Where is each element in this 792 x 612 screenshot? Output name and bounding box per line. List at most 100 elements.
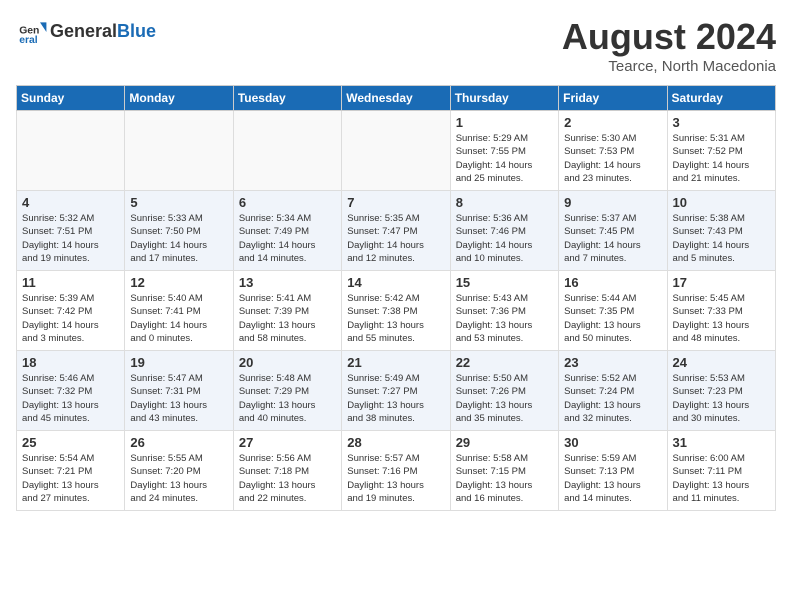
- day-info: Sunrise: 5:33 AM Sunset: 7:50 PM Dayligh…: [130, 212, 227, 265]
- day-info: Sunrise: 5:43 AM Sunset: 7:36 PM Dayligh…: [456, 292, 553, 345]
- day-number: 12: [130, 275, 227, 290]
- week-row-1: 1 Sunrise: 5:29 AM Sunset: 7:55 PM Daylig…: [17, 111, 776, 191]
- day-info: Sunrise: 5:50 AM Sunset: 7:26 PM Dayligh…: [456, 372, 553, 425]
- day-info: Sunrise: 5:58 AM Sunset: 7:15 PM Dayligh…: [456, 452, 553, 505]
- location: Tearce, North Macedonia: [562, 58, 776, 75]
- day-number: 5: [130, 195, 227, 210]
- day-info: Sunrise: 5:46 AM Sunset: 7:32 PM Dayligh…: [22, 372, 119, 425]
- day-number: 29: [456, 435, 553, 450]
- day-number: 6: [239, 195, 336, 210]
- day-info: Sunrise: 5:49 AM Sunset: 7:27 PM Dayligh…: [347, 372, 444, 425]
- day-info: Sunrise: 5:36 AM Sunset: 7:46 PM Dayligh…: [456, 212, 553, 265]
- day-cell: 6 Sunrise: 5:34 AM Sunset: 7:49 PM Daylig…: [233, 191, 341, 271]
- day-number: 4: [22, 195, 119, 210]
- day-info: Sunrise: 5:32 AM Sunset: 7:51 PM Dayligh…: [22, 212, 119, 265]
- day-number: 24: [673, 355, 770, 370]
- day-info: Sunrise: 5:39 AM Sunset: 7:42 PM Dayligh…: [22, 292, 119, 345]
- day-cell: 15 Sunrise: 5:43 AM Sunset: 7:36 PM Dayli…: [450, 271, 558, 351]
- week-row-4: 18 Sunrise: 5:46 AM Sunset: 7:32 PM Dayli…: [17, 351, 776, 431]
- day-info: Sunrise: 5:45 AM Sunset: 7:33 PM Dayligh…: [673, 292, 770, 345]
- day-info: Sunrise: 5:42 AM Sunset: 7:38 PM Dayligh…: [347, 292, 444, 345]
- day-cell: 9Sunrise: 5:37 AM Sunset: 7:45 PM Daylig…: [559, 191, 667, 271]
- day-cell: 1 Sunrise: 5:29 AM Sunset: 7:55 PM Daylig…: [450, 111, 558, 191]
- day-info: Sunrise: 6:00 AM Sunset: 7:11 PM Dayligh…: [673, 452, 770, 505]
- day-cell: 28Sunrise: 5:57 AM Sunset: 7:16 PM Dayli…: [342, 431, 450, 511]
- day-number: 15: [456, 275, 553, 290]
- day-header-wednesday: Wednesday: [342, 86, 450, 111]
- day-info: Sunrise: 5:41 AM Sunset: 7:39 PM Dayligh…: [239, 292, 336, 345]
- day-info: Sunrise: 5:53 AM Sunset: 7:23 PM Dayligh…: [673, 372, 770, 425]
- day-cell: 5 Sunrise: 5:33 AM Sunset: 7:50 PM Daylig…: [125, 191, 233, 271]
- day-cell: 12 Sunrise: 5:40 AM Sunset: 7:41 PM Dayli…: [125, 271, 233, 351]
- logo-icon: Gen eral: [16, 16, 48, 48]
- day-info: Sunrise: 5:55 AM Sunset: 7:20 PM Dayligh…: [130, 452, 227, 505]
- day-info: Sunrise: 5:47 AM Sunset: 7:31 PM Dayligh…: [130, 372, 227, 425]
- day-number: 13: [239, 275, 336, 290]
- day-number: 19: [130, 355, 227, 370]
- day-cell: 20 Sunrise: 5:48 AM Sunset: 7:29 PM Dayli…: [233, 351, 341, 431]
- day-cell: 13 Sunrise: 5:41 AM Sunset: 7:39 PM Dayli…: [233, 271, 341, 351]
- day-cell: 11 Sunrise: 5:39 AM Sunset: 7:42 PM Dayli…: [17, 271, 125, 351]
- day-cell: 18 Sunrise: 5:46 AM Sunset: 7:32 PM Dayli…: [17, 351, 125, 431]
- day-info: Sunrise: 5:59 AM Sunset: 7:13 PM Dayligh…: [564, 452, 661, 505]
- day-number: 11: [22, 275, 119, 290]
- day-number: 17: [673, 275, 770, 290]
- day-cell: 19 Sunrise: 5:47 AM Sunset: 7:31 PM Dayli…: [125, 351, 233, 431]
- day-cell: [233, 111, 341, 191]
- day-number: 22: [456, 355, 553, 370]
- day-number: 16: [564, 275, 661, 290]
- day-header-thursday: Thursday: [450, 86, 558, 111]
- day-info: Sunrise: 5:29 AM Sunset: 7:55 PM Dayligh…: [456, 132, 553, 185]
- day-number: 25: [22, 435, 119, 450]
- day-info: Sunrise: 5:56 AM Sunset: 7:18 PM Dayligh…: [239, 452, 336, 505]
- day-cell: 8 Sunrise: 5:36 AM Sunset: 7:46 PM Daylig…: [450, 191, 558, 271]
- day-info: Sunrise: 5:52 AM Sunset: 7:24 PM Dayligh…: [564, 372, 661, 425]
- day-number: 14: [347, 275, 444, 290]
- day-cell: 2Sunrise: 5:30 AM Sunset: 7:53 PM Daylig…: [559, 111, 667, 191]
- day-number: 18: [22, 355, 119, 370]
- day-cell: 4 Sunrise: 5:32 AM Sunset: 7:51 PM Daylig…: [17, 191, 125, 271]
- day-cell: [125, 111, 233, 191]
- day-info: Sunrise: 5:44 AM Sunset: 7:35 PM Dayligh…: [564, 292, 661, 345]
- day-number: 8: [456, 195, 553, 210]
- week-row-2: 4 Sunrise: 5:32 AM Sunset: 7:51 PM Daylig…: [17, 191, 776, 271]
- logo: Gen eral GeneralBlue: [16, 16, 156, 48]
- calendar-table: SundayMondayTuesdayWednesdayThursdayFrid…: [16, 85, 776, 511]
- day-number: 1: [456, 115, 553, 130]
- day-number: 28: [347, 435, 444, 450]
- logo-general: General: [50, 21, 117, 41]
- day-cell: 25Sunrise: 5:54 AM Sunset: 7:21 PM Dayli…: [17, 431, 125, 511]
- day-info: Sunrise: 5:34 AM Sunset: 7:49 PM Dayligh…: [239, 212, 336, 265]
- svg-text:eral: eral: [19, 35, 38, 46]
- page-header: Gen eral GeneralBlue August 2024 Tearce,…: [16, 16, 776, 75]
- day-info: Sunrise: 5:40 AM Sunset: 7:41 PM Dayligh…: [130, 292, 227, 345]
- day-info: Sunrise: 5:30 AM Sunset: 7:53 PM Dayligh…: [564, 132, 661, 185]
- calendar-body: 1 Sunrise: 5:29 AM Sunset: 7:55 PM Daylig…: [17, 111, 776, 511]
- day-info: Sunrise: 5:35 AM Sunset: 7:47 PM Dayligh…: [347, 212, 444, 265]
- day-cell: 24 Sunrise: 5:53 AM Sunset: 7:23 PM Dayli…: [667, 351, 775, 431]
- day-cell: 31Sunrise: 6:00 AM Sunset: 7:11 PM Dayli…: [667, 431, 775, 511]
- day-cell: 14 Sunrise: 5:42 AM Sunset: 7:38 PM Dayli…: [342, 271, 450, 351]
- day-cell: 17 Sunrise: 5:45 AM Sunset: 7:33 PM Dayli…: [667, 271, 775, 351]
- day-number: 23: [564, 355, 661, 370]
- day-number: 9: [564, 195, 661, 210]
- day-cell: 27 Sunrise: 5:56 AM Sunset: 7:18 PM Dayli…: [233, 431, 341, 511]
- day-cell: 23 Sunrise: 5:52 AM Sunset: 7:24 PM Dayli…: [559, 351, 667, 431]
- day-info: Sunrise: 5:48 AM Sunset: 7:29 PM Dayligh…: [239, 372, 336, 425]
- day-cell: 3 Sunrise: 5:31 AM Sunset: 7:52 PM Daylig…: [667, 111, 775, 191]
- day-number: 27: [239, 435, 336, 450]
- day-header-saturday: Saturday: [667, 86, 775, 111]
- day-number: 10: [673, 195, 770, 210]
- day-info: Sunrise: 5:38 AM Sunset: 7:43 PM Dayligh…: [673, 212, 770, 265]
- day-cell: 22 Sunrise: 5:50 AM Sunset: 7:26 PM Dayli…: [450, 351, 558, 431]
- logo-blue: Blue: [117, 21, 156, 41]
- day-info: Sunrise: 5:31 AM Sunset: 7:52 PM Dayligh…: [673, 132, 770, 185]
- calendar-header: SundayMondayTuesdayWednesdayThursdayFrid…: [17, 86, 776, 111]
- day-cell: 26Sunrise: 5:55 AM Sunset: 7:20 PM Dayli…: [125, 431, 233, 511]
- day-number: 30: [564, 435, 661, 450]
- month-title: August 2024: [562, 16, 776, 58]
- day-header-friday: Friday: [559, 86, 667, 111]
- day-number: 7: [347, 195, 444, 210]
- day-number: 20: [239, 355, 336, 370]
- day-number: 3: [673, 115, 770, 130]
